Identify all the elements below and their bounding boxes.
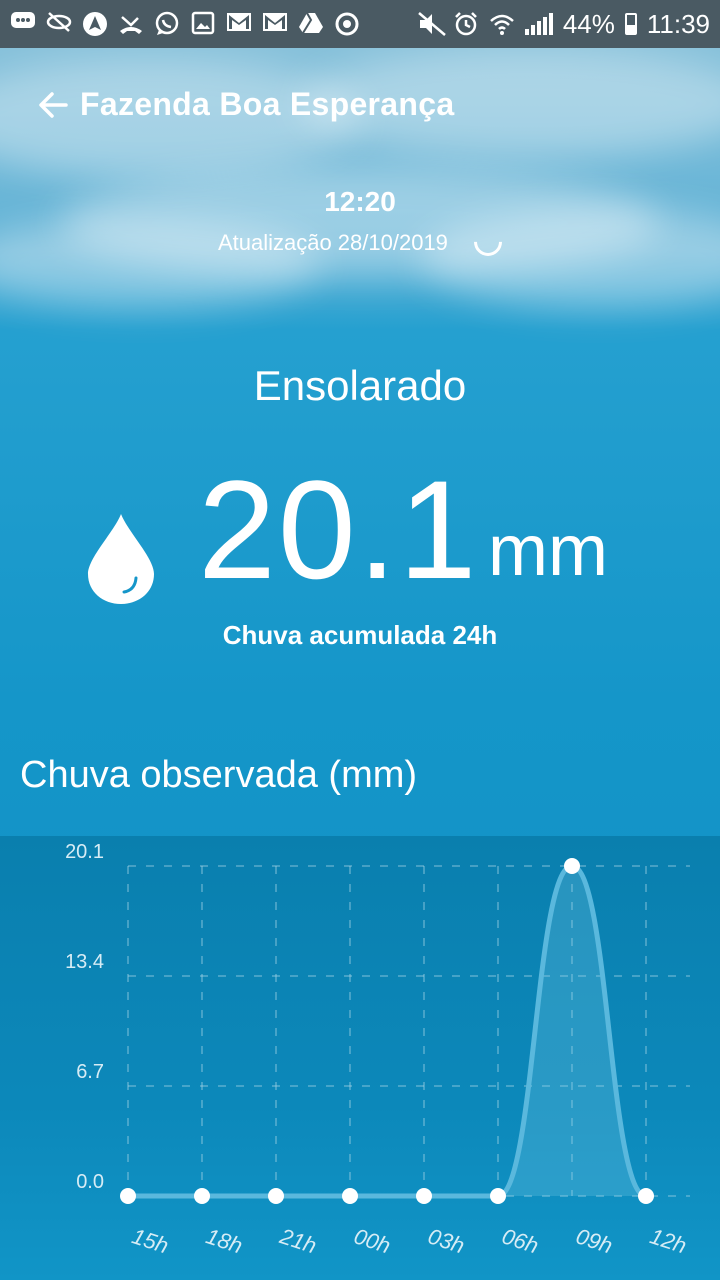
data-point [120,1188,136,1204]
whatsapp-icon [154,11,180,37]
page-title: Fazenda Boa Esperança [80,86,455,122]
rain-value: 20.1 [198,451,479,608]
app-header: Fazenda Boa Esperança [36,86,454,123]
update-label: Atualização 28/10/2019 [217,230,448,255]
gmail-icon [262,11,288,37]
alarm-icon [453,11,479,37]
x-tick-label: 18h [203,1223,246,1258]
rain-summary: 20.1 mm [86,451,646,608]
rain-chart: 0.0 6.7 13.4 20.1 15h 18h 21h 00h 03h 06h 09h 12h [65,841,690,1258]
data-point [490,1188,506,1204]
drive-icon [298,11,324,37]
sync-icon [334,11,360,37]
back-arrow-icon[interactable] [36,88,70,122]
message-icon [10,11,36,37]
data-point [416,1188,432,1204]
x-tick-label: 21h [276,1223,320,1258]
y-tick-label: 6.7 [76,1061,104,1083]
water-drop-icon [88,514,154,604]
data-point [268,1188,284,1204]
y-tick-label: 13.4 [65,951,104,973]
x-tick-label: 06h [499,1223,542,1258]
loading-spinner-icon [468,222,508,262]
clock: 11:39 [646,8,710,39]
x-tick-label: 03h [425,1223,468,1258]
signal-icon [524,13,553,35]
notification-icons [10,11,360,37]
chart-section-title: Chuva observada (mm) [20,754,418,796]
update-info: Atualização 28/10/2019 [0,222,720,262]
rain-unit: mm [488,511,608,591]
rain-label: Chuva acumulada 24h [222,620,498,650]
x-tick-label: 09h [573,1223,616,1258]
gmail-icon [226,11,252,37]
update-time: 12:20 [324,186,396,217]
wifi-icon [489,11,515,37]
eye-off-icon [46,11,72,37]
y-tick-label: 0.0 [76,1171,104,1193]
image-icon [190,11,216,37]
series-area [128,866,646,1196]
battery-percent: 44% [562,8,615,39]
mute-icon [417,11,446,37]
data-point [342,1188,358,1204]
data-point [194,1188,210,1204]
x-tick-label: 12h [647,1223,690,1258]
data-point [564,858,580,874]
y-tick-label: 20.1 [65,841,104,863]
navigation-icon [82,11,108,37]
status-bar: 44% 11:39 [0,0,720,48]
system-indicators: 44% 11:39 [417,9,710,40]
weather-condition: Ensolarado [253,362,467,409]
missed-call-icon [118,11,144,37]
x-tick-label: 15h [129,1223,172,1258]
data-point [638,1188,654,1204]
battery-icon [624,13,637,35]
x-tick-label: 00h [351,1223,394,1258]
